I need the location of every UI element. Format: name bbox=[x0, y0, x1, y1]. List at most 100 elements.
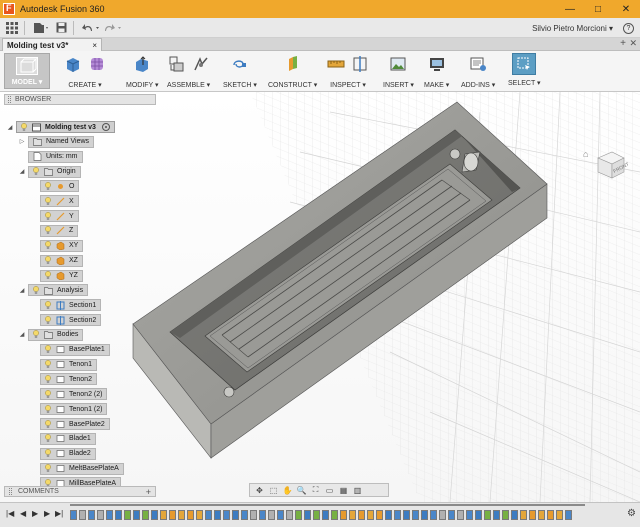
timeline-feature-icon[interactable] bbox=[421, 510, 428, 520]
browser-node[interactable]: X bbox=[40, 195, 79, 208]
browser-node[interactable]: Units: mm bbox=[28, 150, 83, 163]
sketch-group[interactable]: SKETCH ▾ bbox=[223, 53, 257, 90]
zoom-icon[interactable]: 🔍 bbox=[296, 485, 307, 495]
joint-icon[interactable] bbox=[192, 55, 210, 73]
timeline-feature-icon[interactable] bbox=[403, 510, 410, 520]
timeline-feature-icon[interactable] bbox=[430, 510, 437, 520]
timeline-feature-icon[interactable] bbox=[88, 510, 95, 520]
timeline-feature-icon[interactable] bbox=[502, 510, 509, 520]
visibility-bulb-icon[interactable] bbox=[43, 434, 52, 444]
section-analysis-icon[interactable] bbox=[351, 55, 369, 73]
timeline-feature-icon[interactable] bbox=[349, 510, 356, 520]
visibility-bulb-icon[interactable] bbox=[31, 330, 40, 340]
timeline-feature-icon[interactable] bbox=[529, 510, 536, 520]
help-icon[interactable]: ? bbox=[623, 22, 634, 34]
visibility-bulb-icon[interactable] bbox=[43, 181, 52, 191]
expand-arrow-icon[interactable]: ▷ bbox=[18, 138, 26, 145]
timeline-play-icon[interactable]: ▶ bbox=[32, 509, 38, 518]
timeline-feature-icon[interactable] bbox=[115, 510, 122, 520]
activate-component-icon[interactable] bbox=[101, 123, 110, 131]
timeline-feature-icon[interactable] bbox=[475, 510, 482, 520]
timeline-feature-icon[interactable] bbox=[142, 510, 149, 520]
visibility-bulb-icon[interactable] bbox=[31, 285, 40, 295]
make-group[interactable]: MAKE ▾ bbox=[424, 53, 449, 90]
timeline-feature-icon[interactable] bbox=[367, 510, 374, 520]
redo-icon[interactable] bbox=[104, 20, 122, 36]
browser-node[interactable]: XY bbox=[40, 239, 84, 252]
timeline-feature-icon[interactable] bbox=[151, 510, 158, 520]
fit-icon[interactable]: ⛶ bbox=[310, 485, 321, 495]
visibility-bulb-icon[interactable] bbox=[43, 389, 52, 399]
timeline-feature-icon[interactable] bbox=[484, 510, 491, 520]
timeline-feature-icon[interactable] bbox=[250, 510, 257, 520]
orbit-icon[interactable]: ✥ bbox=[254, 485, 265, 495]
timeline-feature-icon[interactable] bbox=[538, 510, 545, 520]
inspect-group[interactable]: INSPECT ▾ bbox=[327, 53, 369, 90]
browser-header[interactable]: BROWSER bbox=[4, 94, 156, 105]
create-sketch-icon[interactable] bbox=[231, 55, 249, 73]
browser-node[interactable]: Tenon1 bbox=[40, 358, 97, 371]
timeline-feature-icon[interactable] bbox=[556, 510, 563, 520]
timeline-feature-icon[interactable] bbox=[259, 510, 266, 520]
new-tab-icon[interactable]: + bbox=[620, 38, 626, 49]
browser-node[interactable]: Named Views bbox=[28, 135, 95, 148]
new-component-icon[interactable] bbox=[168, 55, 186, 73]
browser-node[interactable]: Analysis bbox=[28, 284, 89, 297]
timeline-feature-icon[interactable] bbox=[511, 510, 518, 520]
drag-grip-icon[interactable] bbox=[8, 96, 11, 103]
visibility-bulb-icon[interactable] bbox=[19, 122, 28, 132]
timeline-first-icon[interactable]: |◀ bbox=[6, 509, 14, 518]
collapse-arrow-icon[interactable]: ◢ bbox=[18, 287, 26, 294]
save-icon[interactable] bbox=[53, 20, 69, 36]
select-tool-button[interactable] bbox=[512, 53, 537, 75]
timeline-feature-icon[interactable] bbox=[322, 510, 329, 520]
view-cube[interactable]: FRONT bbox=[594, 148, 628, 182]
browser-node[interactable]: BasePlate2 bbox=[40, 418, 110, 430]
minimize-button[interactable]: — bbox=[556, 0, 584, 18]
3d-print-icon[interactable] bbox=[428, 55, 446, 73]
collapse-arrow-icon[interactable]: ◢ bbox=[18, 168, 26, 175]
user-account-menu[interactable]: Silvio Pietro Morcioni ▾ bbox=[532, 24, 613, 33]
timeline-feature-icon[interactable] bbox=[169, 510, 176, 520]
construct-group[interactable]: CONSTRUCT ▾ bbox=[268, 53, 317, 90]
visibility-bulb-icon[interactable] bbox=[43, 211, 52, 221]
visibility-bulb-icon[interactable] bbox=[43, 226, 52, 236]
viewports-icon[interactable]: ▥ bbox=[352, 485, 363, 495]
timeline-feature-icon[interactable] bbox=[178, 510, 185, 520]
timeline-scrub-bar[interactable] bbox=[70, 504, 585, 506]
visibility-bulb-icon[interactable] bbox=[43, 404, 52, 414]
drag-grip-icon[interactable] bbox=[9, 488, 12, 495]
timeline-feature-icon[interactable] bbox=[268, 510, 275, 520]
workspace-switcher[interactable]: MODEL ▾ bbox=[4, 53, 50, 89]
timeline-feature-icon[interactable] bbox=[358, 510, 365, 520]
timeline-feature-icon[interactable] bbox=[133, 510, 140, 520]
browser-node[interactable]: Bodies bbox=[28, 328, 84, 341]
timeline-feature-icon[interactable] bbox=[466, 510, 473, 520]
browser-node[interactable]: Tenon2 (2) bbox=[40, 388, 108, 401]
timeline-feature-icon[interactable] bbox=[340, 510, 347, 520]
data-panel-icon[interactable] bbox=[4, 20, 20, 36]
timeline-feature-icon[interactable] bbox=[70, 510, 77, 520]
add-ins-group[interactable]: ADD-INS ▾ bbox=[461, 53, 495, 90]
timeline-feature-icon[interactable] bbox=[313, 510, 320, 520]
browser-node[interactable]: Blade1 bbox=[40, 432, 96, 445]
browser-node[interactable]: Section1 bbox=[40, 299, 102, 312]
browser-node[interactable]: Molding test v3 bbox=[16, 121, 115, 133]
timeline-feature-icon[interactable] bbox=[394, 510, 401, 520]
timeline-feature-icon[interactable] bbox=[160, 510, 167, 520]
timeline-feature-icon[interactable] bbox=[304, 510, 311, 520]
close-all-tabs-icon[interactable]: ✕ bbox=[629, 38, 637, 49]
pan-icon[interactable]: ✋ bbox=[282, 485, 293, 495]
visibility-bulb-icon[interactable] bbox=[43, 241, 52, 251]
timeline-last-icon[interactable]: ▶| bbox=[55, 509, 63, 518]
close-button[interactable]: ✕ bbox=[612, 0, 640, 18]
visibility-bulb-icon[interactable] bbox=[43, 360, 52, 370]
timeline-settings-icon[interactable]: ⚙ bbox=[627, 508, 636, 519]
tab-molding-test[interactable]: Molding test v3* × bbox=[2, 38, 102, 51]
sculpt-icon[interactable] bbox=[88, 55, 106, 73]
visibility-bulb-icon[interactable] bbox=[31, 167, 40, 177]
visibility-bulb-icon[interactable] bbox=[43, 419, 52, 429]
browser-node[interactable]: BasePlate1 bbox=[40, 343, 110, 356]
timeline-feature-icon[interactable] bbox=[97, 510, 104, 520]
insert-image-icon[interactable] bbox=[389, 55, 407, 73]
